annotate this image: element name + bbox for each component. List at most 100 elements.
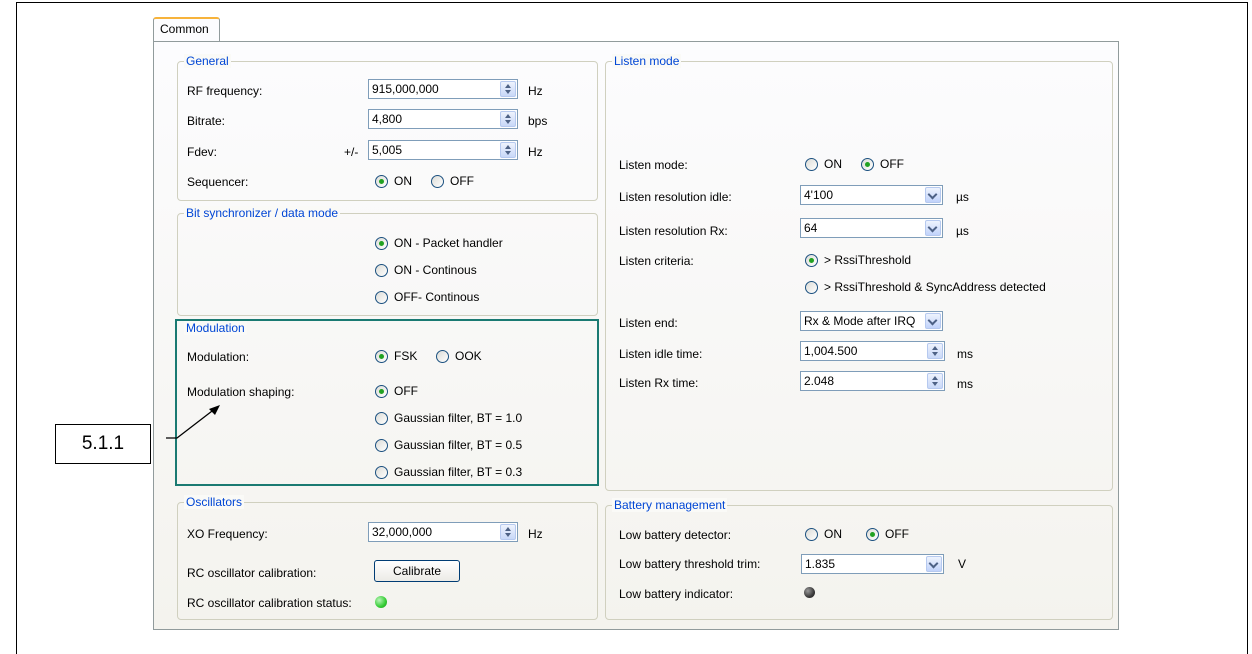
radio-checked-icon [866, 527, 879, 541]
listen-rx-time-input[interactable]: 2.048 [800, 371, 945, 391]
low-battery-detector-label: Low battery detector: [619, 528, 732, 542]
fdev-prefix: +/- [344, 145, 359, 159]
low-battery-threshold-unit: V [958, 557, 967, 571]
tab-label: Common [160, 22, 209, 36]
listen-res-rx-label: Listen resolution Rx: [619, 224, 728, 238]
chevron-down-icon[interactable] [925, 220, 941, 236]
chevron-down-icon[interactable] [925, 313, 941, 329]
radio-label: OFF- Continous [394, 290, 480, 304]
listen-res-rx-value: 64 [804, 221, 818, 235]
tab-common[interactable]: Common [153, 17, 220, 42]
rc-calibration-label: RC oscillator calibration: [187, 566, 317, 580]
radio-icon [431, 174, 444, 188]
chevron-down-icon[interactable] [926, 556, 942, 572]
low-battery-threshold-label: Low battery threshold trim: [619, 557, 761, 571]
low-battery-threshold-select[interactable]: 1.835 [801, 554, 944, 574]
radio-label: > RssiThreshold & SyncAddress detected [824, 280, 1046, 294]
listen-idle-time-label: Listen idle time: [619, 347, 703, 361]
group-title: Battery management [612, 498, 728, 512]
spinner-icon[interactable] [500, 81, 516, 97]
listen-res-idle-value: 4'100 [804, 188, 833, 202]
listen-rx-time-unit: ms [957, 377, 973, 391]
listen-rx-time-value: 2.048 [804, 374, 835, 388]
rf-frequency-unit: Hz [528, 84, 543, 98]
fdev-value: 5,005 [372, 143, 403, 157]
listen-on-radio[interactable]: ON [805, 157, 842, 171]
radio-icon [805, 157, 818, 171]
radio-icon [805, 527, 818, 541]
spinner-icon[interactable] [500, 524, 516, 540]
radio-checked-icon [375, 174, 388, 188]
low-battery-indicator-label: Low battery indicator: [619, 587, 734, 601]
criteria-rssi-radio[interactable]: > RssiThreshold [805, 253, 911, 267]
listen-end-label: Listen end: [619, 316, 678, 330]
fdev-label: Fdev: [187, 145, 218, 159]
callout-arrow-icon [166, 405, 220, 439]
radio-label: ON [394, 174, 412, 188]
chevron-down-icon[interactable] [925, 187, 941, 203]
battery-detector-on-radio[interactable]: ON [805, 527, 842, 541]
annotation-callout: 5.1.1 [55, 424, 151, 464]
xo-frequency-value: 32,000,000 [372, 525, 433, 539]
bitrate-input[interactable]: 4,800 [368, 109, 518, 129]
radio-label: OFF [885, 527, 909, 541]
listen-res-rx-unit: µs [956, 224, 969, 238]
radio-icon [805, 280, 818, 294]
listen-mode-label: Listen mode: [619, 158, 688, 172]
spinner-icon[interactable] [500, 142, 516, 158]
radio-checked-icon [861, 157, 874, 171]
listen-res-idle-unit: µs [956, 190, 969, 204]
listen-criteria-label: Listen criteria: [619, 254, 694, 268]
led-green-icon [375, 596, 387, 608]
rf-frequency-value: 915,000,000 [372, 82, 439, 96]
rf-frequency-input[interactable]: 915,000,000 [368, 79, 518, 99]
listen-off-radio[interactable]: OFF [861, 157, 904, 171]
fdev-input[interactable]: 5,005 [368, 140, 518, 160]
listen-idle-time-value: 1,004.500 [804, 344, 858, 358]
listen-idle-time-input[interactable]: 1,004.500 [800, 341, 945, 361]
radio-label: ON [824, 157, 842, 171]
radio-icon [375, 290, 388, 304]
spinner-icon[interactable] [927, 373, 943, 389]
group-title: Oscillators [184, 495, 245, 509]
sequencer-off-radio[interactable]: OFF [431, 174, 474, 188]
radio-checked-icon [805, 253, 818, 267]
criteria-rssi-sync-radio[interactable]: > RssiThreshold & SyncAddress detected [805, 280, 1046, 294]
battery-detector-off-radio[interactable]: OFF [866, 527, 909, 541]
bitsync-off-radio[interactable]: OFF- Continous [375, 290, 479, 304]
rc-calibration-status-label: RC oscillator calibration status: [187, 596, 352, 610]
listen-res-idle-label: Listen resolution idle: [619, 190, 732, 204]
fdev-unit: Hz [528, 145, 543, 159]
sequencer-label: Sequencer: [187, 175, 249, 189]
spinner-icon[interactable] [927, 343, 943, 359]
radio-label: OFF [880, 157, 904, 171]
radio-label: ON - Continous [394, 263, 477, 277]
modulation-highlight-box [175, 319, 599, 486]
sequencer-on-radio[interactable]: ON [375, 174, 412, 188]
bitrate-value: 4,800 [372, 112, 403, 126]
bitsync-packet-radio[interactable]: ON - Packet handler [375, 236, 503, 250]
spinner-icon[interactable] [500, 111, 516, 127]
group-listen-mode: Listen mode [605, 54, 1113, 491]
group-title: Bit synchronizer / data mode [184, 206, 341, 220]
led-off-icon [804, 587, 815, 598]
listen-idle-time-unit: ms [957, 347, 973, 361]
bitsync-continous-radio[interactable]: ON - Continous [375, 263, 477, 277]
radio-checked-icon [375, 236, 388, 250]
xo-frequency-label: XO Frequency: [187, 527, 268, 541]
radio-label: ON - Packet handler [394, 236, 503, 250]
radio-icon [375, 263, 388, 277]
bitrate-unit: bps [528, 114, 548, 128]
listen-res-idle-select[interactable]: 4'100 [800, 185, 943, 205]
xo-frequency-input[interactable]: 32,000,000 [368, 522, 518, 542]
listen-res-rx-select[interactable]: 64 [800, 218, 943, 238]
xo-frequency-unit: Hz [528, 527, 543, 541]
bitrate-label: Bitrate: [187, 114, 226, 128]
group-title: Listen mode [612, 54, 682, 68]
low-battery-threshold-value: 1.835 [805, 557, 836, 571]
radio-label: OFF [450, 174, 474, 188]
listen-end-select[interactable]: Rx & Mode after IRQ [800, 311, 943, 331]
calibrate-button[interactable]: Calibrate [374, 560, 460, 582]
listen-end-value: Rx & Mode after IRQ [804, 314, 916, 328]
radio-label: ON [824, 527, 842, 541]
